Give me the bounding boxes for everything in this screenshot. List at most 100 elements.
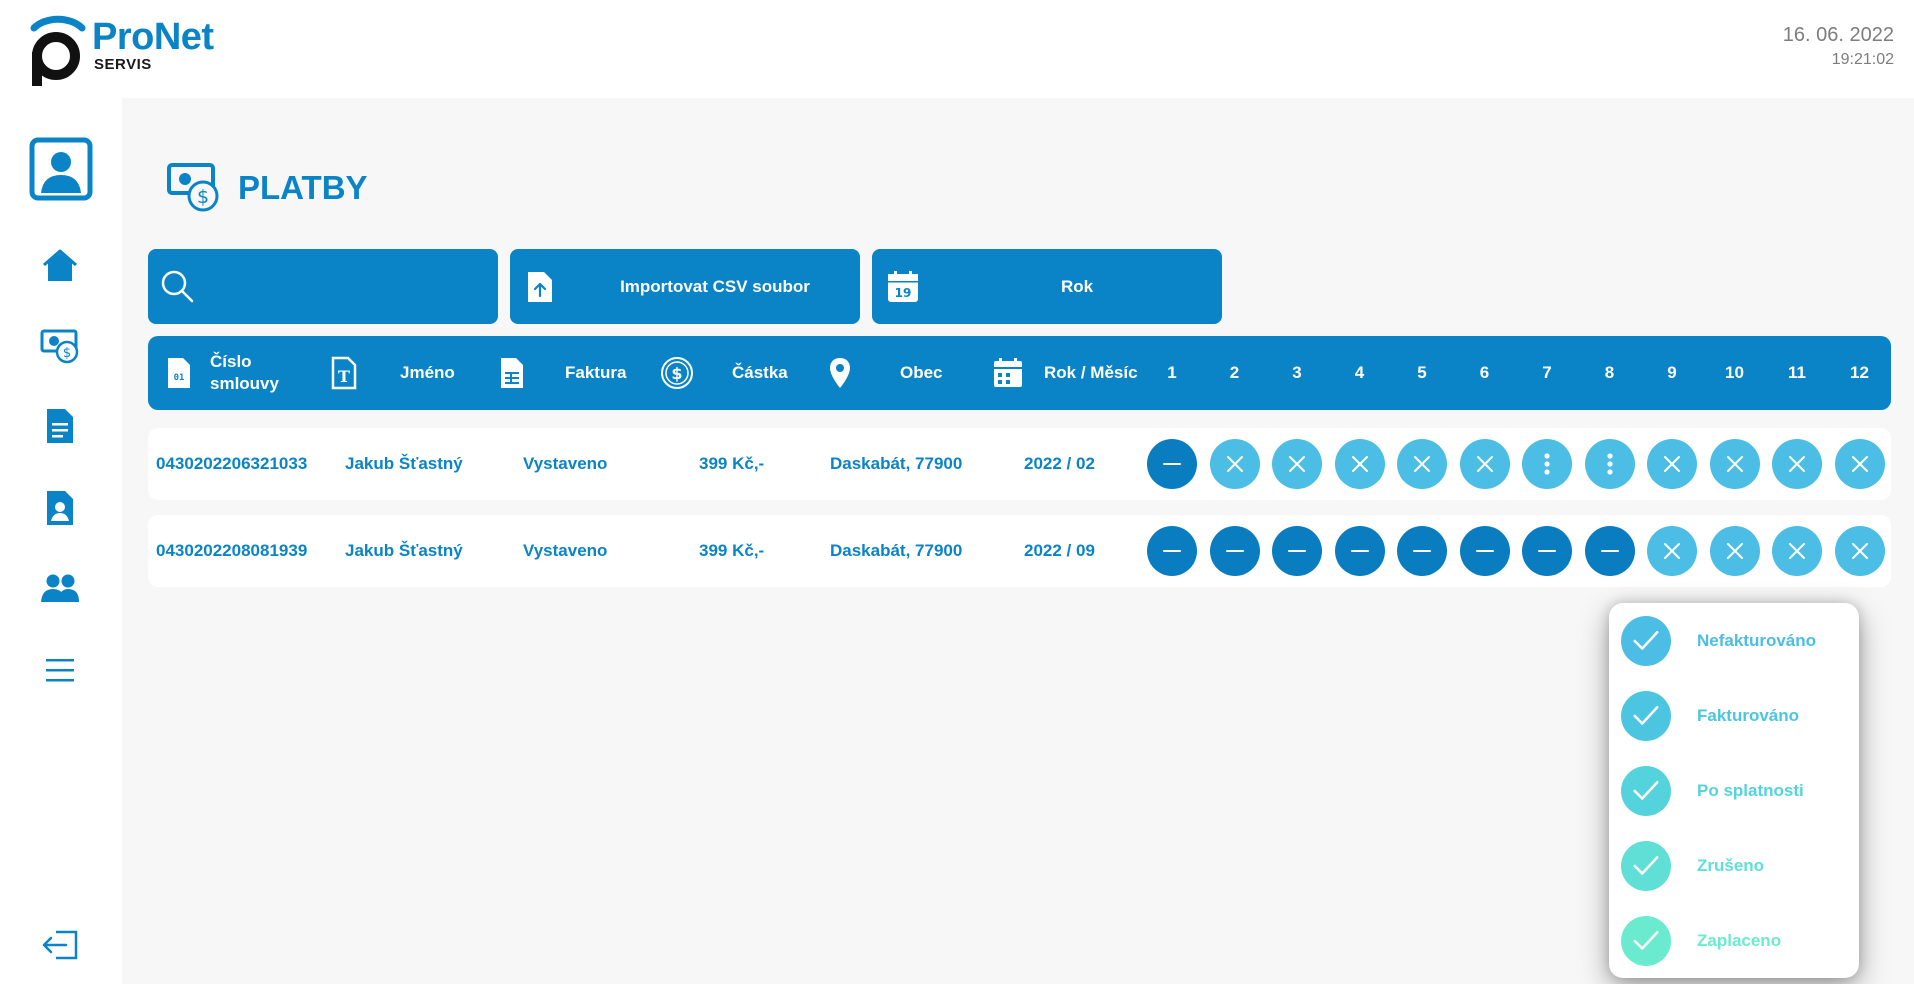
close-icon	[1726, 456, 1743, 472]
month-status-button[interactable]	[1522, 439, 1572, 489]
month-status-button[interactable]	[1459, 439, 1510, 489]
location-pin-icon	[830, 358, 850, 388]
cell-name: Jakub Šťastný	[345, 541, 463, 560]
status-option-label: Po splatnosti	[1697, 781, 1804, 800]
status-check-circle	[1621, 916, 1671, 966]
header-amount[interactable]: $ Částka	[660, 336, 788, 410]
search-box[interactable]	[148, 249, 498, 324]
check-icon	[1633, 931, 1659, 950]
close-icon	[1664, 543, 1680, 559]
status-option[interactable]: Zaplaceno	[1621, 915, 1849, 967]
users-icon[interactable]	[40, 568, 80, 608]
contract-icon[interactable]	[40, 488, 80, 528]
check-icon	[1633, 856, 1659, 875]
status-check-circle	[1621, 616, 1671, 666]
header-month[interactable]: 2	[1210, 336, 1260, 410]
header-month[interactable]: 6	[1460, 336, 1510, 410]
cell-contract: 0430202206321033	[156, 454, 308, 473]
table-row[interactable]: 0430202206321033 Jakub Šťastný Vystaveno…	[148, 428, 1891, 500]
header-month[interactable]: 10	[1710, 336, 1760, 410]
month-status-button[interactable]	[1397, 439, 1447, 489]
month-status-button[interactable]	[1584, 526, 1635, 576]
profile-icon[interactable]	[29, 137, 93, 201]
month-status-button[interactable]	[1272, 439, 1322, 489]
month-status-button[interactable]	[1459, 526, 1510, 576]
month-status-button[interactable]	[1209, 439, 1260, 489]
cell-name: Jakub Šťastný	[345, 454, 463, 473]
month-status-button[interactable]	[1272, 526, 1322, 576]
import-csv-button[interactable]: Importovat CSV soubor	[510, 249, 860, 324]
month-status-button[interactable]	[1834, 526, 1885, 576]
dollar-icon: $	[661, 357, 693, 389]
check-icon	[1633, 631, 1659, 650]
header-month[interactable]: 11	[1772, 336, 1822, 410]
month-status-button[interactable]	[1834, 439, 1885, 489]
dash-icon	[1413, 550, 1431, 552]
month-status-button[interactable]	[1647, 526, 1697, 576]
svg-text:$: $	[63, 346, 71, 361]
header-invoice[interactable]: Faktura	[499, 336, 626, 410]
document-icon[interactable]	[40, 406, 80, 446]
month-status-button[interactable]	[1772, 439, 1822, 489]
dash-icon	[1288, 550, 1306, 552]
month-status-button[interactable]	[1709, 526, 1760, 576]
month-status-button[interactable]	[1522, 526, 1572, 576]
table-row[interactable]: 0430202208081939 Jakub Šťastný Vystaveno…	[148, 515, 1891, 587]
text-icon: T	[331, 356, 357, 390]
close-icon	[1226, 456, 1243, 472]
page-header: $ PLATBY	[166, 160, 368, 216]
status-option[interactable]: Po splatnosti	[1621, 765, 1849, 817]
header-month[interactable]: 7	[1522, 336, 1572, 410]
header-month[interactable]: 8	[1585, 336, 1635, 410]
more-icon	[1606, 453, 1613, 475]
logout-icon[interactable]	[40, 925, 80, 965]
header-month[interactable]: 9	[1647, 336, 1697, 410]
header-month[interactable]: 3	[1272, 336, 1322, 410]
cell-year-month: 2022 / 09	[1024, 541, 1095, 560]
more-icon	[1544, 453, 1550, 475]
dash-icon	[1225, 550, 1244, 552]
month-status-button[interactable]	[1334, 526, 1385, 576]
month-status-button[interactable]	[1334, 439, 1385, 489]
close-icon	[1414, 456, 1430, 472]
payments-icon[interactable]: $	[40, 326, 80, 366]
close-icon	[1476, 456, 1493, 472]
header-amount-label: Částka	[732, 363, 788, 382]
year-label: Rok	[1060, 276, 1094, 296]
header-month[interactable]: 4	[1335, 336, 1385, 410]
header-name[interactable]: T Jméno	[331, 336, 455, 410]
header-contract[interactable]: 01 Číslo smlouvy	[166, 336, 279, 410]
year-button[interactable]: 19 Rok	[872, 249, 1222, 324]
svg-text:$: $	[671, 364, 682, 383]
month-status-button[interactable]	[1647, 439, 1697, 489]
status-popup: Nefakturováno Fakturováno Po splatnosti Zru…	[1609, 603, 1859, 978]
header-city[interactable]: Obec	[828, 336, 943, 410]
header-month[interactable]: 12	[1835, 336, 1885, 410]
month-status-button[interactable]	[1397, 526, 1447, 576]
header-contract-line2: smlouvy	[210, 374, 279, 393]
menu-icon[interactable]	[40, 650, 80, 690]
cell-city: Daskabát, 77900	[830, 454, 963, 473]
status-option[interactable]: Nefakturováno	[1621, 615, 1849, 667]
payments-title-icon: $	[167, 163, 219, 212]
main-content: $ PLATBY Importovat CSV soubor 19 Rok 01…	[122, 98, 1914, 984]
home-icon[interactable]	[40, 246, 80, 286]
status-option[interactable]: Fakturováno	[1621, 690, 1849, 742]
month-status-button[interactable]	[1147, 526, 1197, 576]
status-option[interactable]: Zrušeno	[1621, 840, 1849, 892]
header-year-month-label: Rok / Měsíc	[1044, 363, 1138, 382]
month-status-button[interactable]	[1709, 439, 1760, 489]
month-status-button[interactable]	[1772, 526, 1822, 576]
page-title: PLATBY	[238, 169, 368, 206]
header-year-month[interactable]: Rok / Měsíc	[992, 336, 1138, 410]
sidebar: $	[0, 98, 122, 984]
header-month[interactable]: 5	[1397, 336, 1447, 410]
month-status-button[interactable]	[1584, 439, 1635, 489]
month-status-button[interactable]	[1209, 526, 1260, 576]
header-contract-line1: Číslo	[210, 352, 252, 371]
check-icon	[1633, 781, 1659, 800]
header-name-label: Jméno	[400, 363, 455, 382]
month-status-button[interactable]	[1147, 439, 1197, 489]
header-month[interactable]: 1	[1147, 336, 1197, 410]
close-icon	[1851, 456, 1868, 472]
